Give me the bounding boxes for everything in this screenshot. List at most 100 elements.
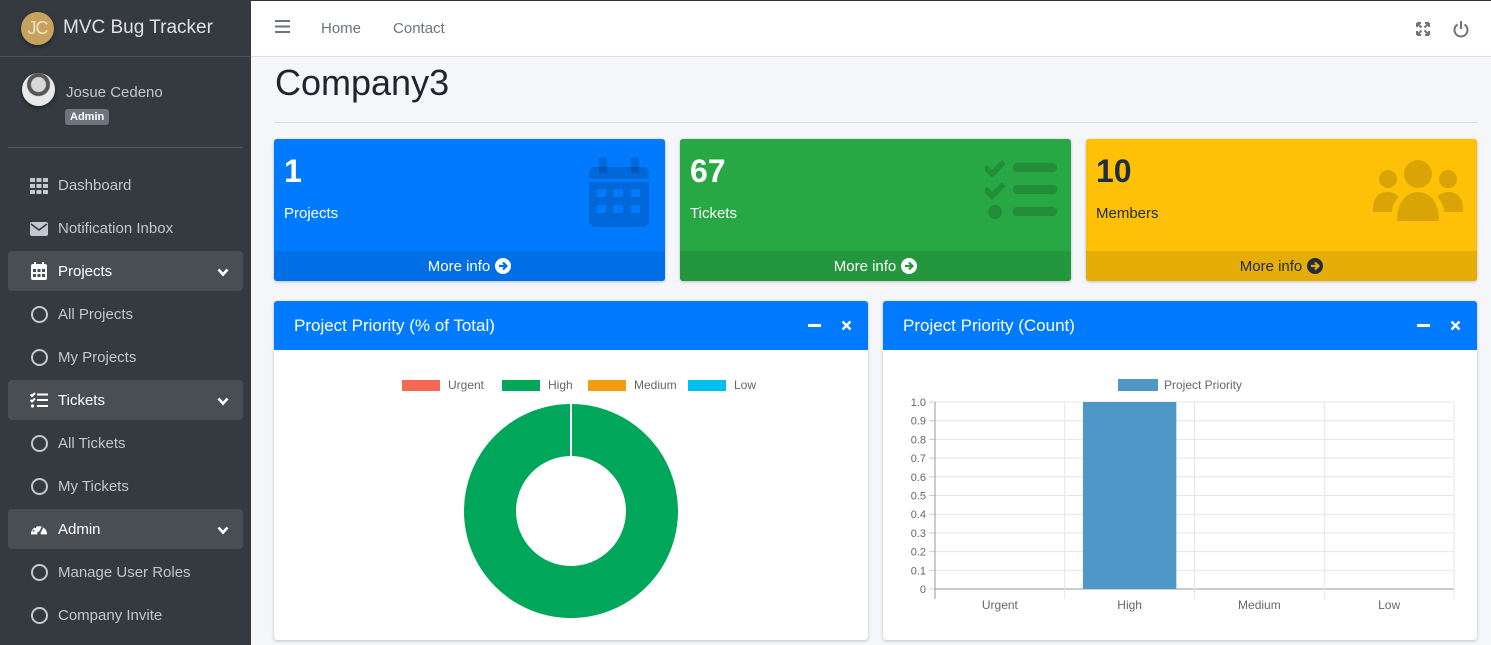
avatar[interactable] (22, 73, 55, 106)
y-tick-label: 0.8 (911, 434, 926, 446)
sidebar-item-tickets[interactable]: Tickets (8, 380, 243, 420)
chevron-down-icon[interactable] (217, 522, 229, 539)
stat-label: Tickets (690, 205, 737, 222)
calendar-icon (587, 157, 651, 234)
nav-link-contact[interactable]: Contact (393, 20, 445, 37)
x-tick-label: Low (1378, 598, 1400, 612)
sidebar-item-my-projects[interactable]: My Projects (8, 336, 243, 379)
arrow-circle-right-icon (901, 258, 918, 274)
sidebar-item-notification-inbox[interactable]: Notification Inbox (8, 207, 243, 250)
stat-value: 67 (690, 153, 726, 189)
more-info-link[interactable]: More info (1086, 251, 1477, 281)
legend-label: Urgent (448, 378, 485, 392)
circle-icon (30, 478, 48, 496)
legend-swatch (588, 380, 626, 391)
divider (275, 122, 1477, 123)
sidebar-item-my-tickets[interactable]: My Tickets (8, 465, 243, 508)
grid-icon (30, 177, 48, 195)
sidebar-item-label: All Projects (58, 306, 134, 323)
x-tick-label: Medium (1238, 598, 1281, 612)
nav-link-home[interactable]: Home (321, 20, 361, 37)
legend-swatch (402, 380, 440, 391)
gauge-icon (30, 520, 48, 538)
power-icon[interactable] (1453, 20, 1469, 38)
sidebar-item-label: Admin (58, 520, 101, 538)
circle-icon (30, 607, 48, 625)
x-tick-label: Urgent (982, 598, 1019, 612)
bar-high (1082, 402, 1177, 589)
sidebar-item-all-tickets[interactable]: All Tickets (8, 422, 243, 465)
user-name[interactable]: Josue Cedeno (66, 84, 163, 101)
brand-title: MVC Bug Tracker (63, 17, 213, 38)
legend-label: Medium (634, 378, 677, 392)
stat-box-tickets: 67 Tickets More info (680, 139, 1071, 281)
donut-chart: Urgent High Medium Low (402, 378, 756, 618)
y-tick-label: 0.4 (911, 509, 926, 521)
more-info-link[interactable]: More info (274, 251, 665, 281)
sidebar-item-company-invite[interactable]: Company Invite (8, 594, 243, 637)
y-tick-label: 0.9 (911, 416, 926, 428)
sidebar-item-label: Dashboard (58, 177, 132, 194)
chevron-down-icon[interactable] (217, 393, 229, 410)
stat-label: Projects (284, 205, 339, 222)
chevron-down-icon[interactable] (217, 264, 229, 281)
bar-chart: Project Priority 0 0.1 0.2 0.3 0.4 0.5 0.6 0.7 0.… (911, 378, 1455, 612)
sidebar-item-label: My Projects (58, 349, 137, 366)
sidebar-item-projects[interactable]: Projects (8, 251, 243, 291)
bar-chart-card: Project Priority (Count) Project Priorit… (883, 301, 1477, 640)
more-info-label: More info (1239, 257, 1303, 275)
legend-label: High (548, 378, 573, 392)
calendar-icon (30, 262, 48, 280)
sidebar-item-label: Company Invite (58, 607, 163, 624)
more-info-label: More info (833, 257, 897, 275)
more-info-label: More info (427, 257, 491, 275)
sidebar-item-manage-user-roles[interactable]: Manage User Roles (8, 551, 243, 594)
y-tick-label: 0.2 (911, 547, 926, 559)
circle-icon (30, 306, 48, 324)
role-badge: Admin (65, 109, 110, 125)
sidebar-item-label: Manage User Roles (58, 564, 191, 581)
arrow-circle-right-icon (495, 258, 512, 274)
y-tick-label: 0.7 (911, 453, 926, 465)
legend-label: Low (734, 378, 756, 392)
sidebar-item-all-projects[interactable]: All Projects (8, 293, 243, 336)
stat-box-projects: 1 Projects More info (274, 139, 665, 281)
stat-box-members: 10 Members More info (1086, 139, 1477, 281)
sidebar-item-admin[interactable]: Admin (8, 509, 243, 549)
stat-label: Members (1096, 205, 1159, 222)
more-info-link[interactable]: More info (680, 251, 1071, 281)
y-tick-label: 0.1 (911, 565, 926, 577)
sidebar-item-label: My Tickets (58, 478, 129, 495)
arrow-circle-right-icon (1307, 258, 1324, 274)
hamburger-menu-icon[interactable] (275, 19, 291, 38)
y-tick-label: 0.3 (911, 528, 926, 540)
y-tick-label: 1.0 (911, 397, 926, 409)
circle-icon (30, 349, 48, 367)
brand-logo: JC (21, 11, 54, 45)
tasks-icon (983, 157, 1057, 226)
legend-swatch (688, 380, 726, 391)
legend-swatch (502, 380, 540, 391)
tasks-icon (30, 391, 48, 409)
fullscreen-icon[interactable] (1415, 21, 1431, 37)
legend-label: Project Priority (1164, 378, 1242, 392)
legend-swatch (1118, 379, 1158, 391)
brand-link[interactable]: JC MVC Bug Tracker (0, 0, 251, 57)
stat-value: 1 (284, 153, 302, 189)
y-tick-label: 0 (920, 584, 926, 596)
sidebar-item-dashboard[interactable]: Dashboard (8, 164, 243, 207)
circle-icon (30, 564, 48, 582)
stat-value: 10 (1096, 153, 1132, 189)
y-tick-label: 0.5 (911, 491, 926, 503)
sidebar-nav: Dashboard Notification Inbox Projects Al… (8, 164, 243, 637)
circle-icon (30, 435, 48, 453)
sidebar-item-label: Notification Inbox (58, 220, 174, 237)
sidebar-item-label: Projects (58, 262, 113, 280)
sidebar-item-label: All Tickets (58, 435, 126, 452)
sidebar-item-label: Tickets (58, 391, 105, 409)
users-icon (1373, 157, 1463, 226)
page-title: Company3 (275, 62, 450, 103)
y-tick-label: 0.6 (911, 472, 926, 484)
user-panel: Josue Cedeno Admin (8, 57, 243, 148)
x-tick-label: High (1117, 598, 1142, 612)
